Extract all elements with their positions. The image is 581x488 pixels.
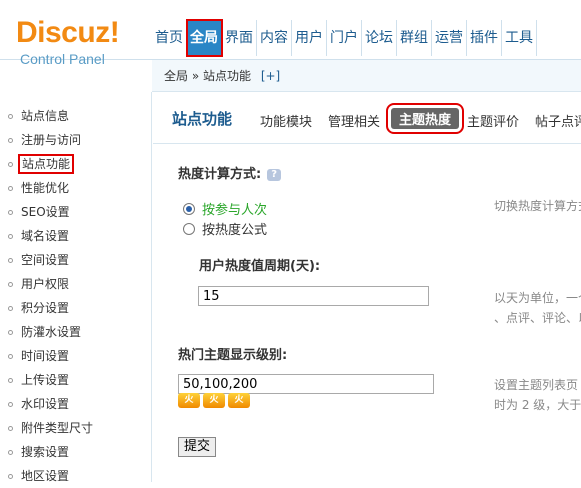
tab-post-comment[interactable]: 帖子点评 (535, 111, 581, 130)
flame-icon: 火 (203, 393, 225, 408)
period-hint-line1: 以天为单位，一个 (494, 291, 581, 305)
hot-level-input[interactable] (178, 374, 434, 394)
tab-modules[interactable]: 功能模块 (260, 111, 312, 130)
sidebar-item-anti-spam[interactable]: 防灌水设置 (0, 320, 150, 344)
top-nav: 首页 全局 界面 内容 用户 门户 论坛 群组 运营 插件 工具 (152, 19, 537, 57)
radio-by-participants[interactable]: 按参与人次 (183, 199, 267, 218)
sidebar-item-user-permissions[interactable]: 用户权限 (0, 272, 150, 296)
sidebar-item-attachment-types[interactable]: 附件类型尺寸 (0, 416, 150, 440)
nav-plugins[interactable]: 插件 (467, 20, 502, 56)
radio-by-formula[interactable]: 按热度公式 (183, 219, 267, 238)
sidebar-item-site-features[interactable]: 站点功能 (0, 152, 150, 176)
header: Discuz! Control Panel 首页 全局 界面 内容 用户 门户 … (0, 0, 581, 66)
logo-subtitle: Control Panel (20, 51, 105, 67)
period-input[interactable] (198, 286, 429, 306)
add-shortcut-link[interactable]: [+] (261, 69, 280, 83)
nav-groups[interactable]: 群组 (397, 20, 432, 56)
bullet-icon (8, 282, 13, 287)
sidebar-item-watermark[interactable]: 水印设置 (0, 392, 150, 416)
sidebar-item-site-info[interactable]: 站点信息 (0, 104, 150, 128)
nav-users[interactable]: 用户 (292, 20, 327, 56)
flame-icon: 火 (228, 393, 250, 408)
sidebar-item-performance[interactable]: 性能优化 (0, 176, 150, 200)
hot-level-hint-line2: 时为 2 级，大于 (494, 398, 581, 412)
submit-button[interactable]: 提交 (178, 437, 217, 457)
tab-thread-heat[interactable]: 主题热度 (385, 103, 465, 134)
radio-button[interactable] (183, 222, 195, 235)
radio-button-checked[interactable] (183, 202, 195, 215)
flame-icon: 火 (178, 393, 200, 408)
tab-management[interactable]: 管理相关 (328, 111, 380, 130)
bullet-icon (8, 426, 13, 431)
nav-tools[interactable]: 工具 (502, 20, 537, 56)
sidebar-item-region[interactable]: 地区设置 (0, 464, 150, 488)
nav-operations[interactable]: 运营 (432, 20, 467, 56)
sidebar-item-credits[interactable]: 积分设置 (0, 296, 150, 320)
bullet-icon (8, 378, 13, 383)
tab-thread-rating[interactable]: 主题评价 (467, 111, 519, 130)
nav-interface[interactable]: 界面 (222, 20, 257, 56)
bullet-icon (8, 210, 13, 215)
bullet-icon (8, 450, 13, 455)
help-icon[interactable]: ? (267, 168, 282, 181)
nav-portal[interactable]: 门户 (327, 20, 362, 56)
bullet-icon (8, 306, 13, 311)
bullet-icon (8, 474, 13, 479)
sidebar-item-time[interactable]: 时间设置 (0, 344, 150, 368)
page-title: 站点功能 (172, 110, 233, 128)
breadcrumb: 全局 » 站点功能 [+] (152, 60, 581, 92)
feature-tabs: 站点功能 功能模块 管理相关 主题热度 主题评价 帖子点评 (153, 92, 581, 144)
nav-home[interactable]: 首页 (152, 20, 187, 56)
bullet-icon (8, 354, 13, 359)
sidebar-item-seo[interactable]: SEO设置 (0, 200, 150, 224)
bullet-icon (8, 138, 13, 143)
breadcrumb-path: 全局 » 站点功能 (164, 69, 251, 83)
sidebar-item-register-access[interactable]: 注册与访问 (0, 128, 150, 152)
bullet-icon (8, 258, 13, 263)
heat-calc-hint: 切换热度计算方式 (494, 199, 581, 213)
discuz-logo: Discuz! (16, 16, 120, 49)
bullet-icon (8, 162, 13, 167)
nav-content[interactable]: 内容 (257, 20, 292, 56)
nav-global[interactable]: 全局 (186, 19, 223, 57)
heat-calc-label: 热度计算方式:? (178, 163, 282, 182)
bullet-icon (8, 330, 13, 335)
period-hint-line2: 、点评、评论、以 (494, 311, 581, 325)
hot-level-label: 热门主题显示级别: (178, 348, 288, 363)
sidebar-item-domain[interactable]: 域名设置 (0, 224, 150, 248)
hot-level-hint-line1: 设置主题列表页 (494, 378, 579, 392)
sidebar: 站点信息 注册与访问 站点功能 性能优化 SEO设置 域名设置 空间设置 用户权… (0, 92, 152, 483)
nav-forum[interactable]: 论坛 (362, 20, 397, 56)
sidebar-item-upload[interactable]: 上传设置 (0, 368, 150, 392)
bullet-icon (8, 186, 13, 191)
sidebar-item-space[interactable]: 空间设置 (0, 248, 150, 272)
sidebar-item-search[interactable]: 搜索设置 (0, 440, 150, 464)
bullet-icon (8, 114, 13, 119)
bullet-icon (8, 234, 13, 239)
heat-level-icons: 火 火 火 (178, 393, 253, 408)
bullet-icon (8, 402, 13, 407)
period-label: 用户热度值周期(天): (199, 259, 321, 274)
